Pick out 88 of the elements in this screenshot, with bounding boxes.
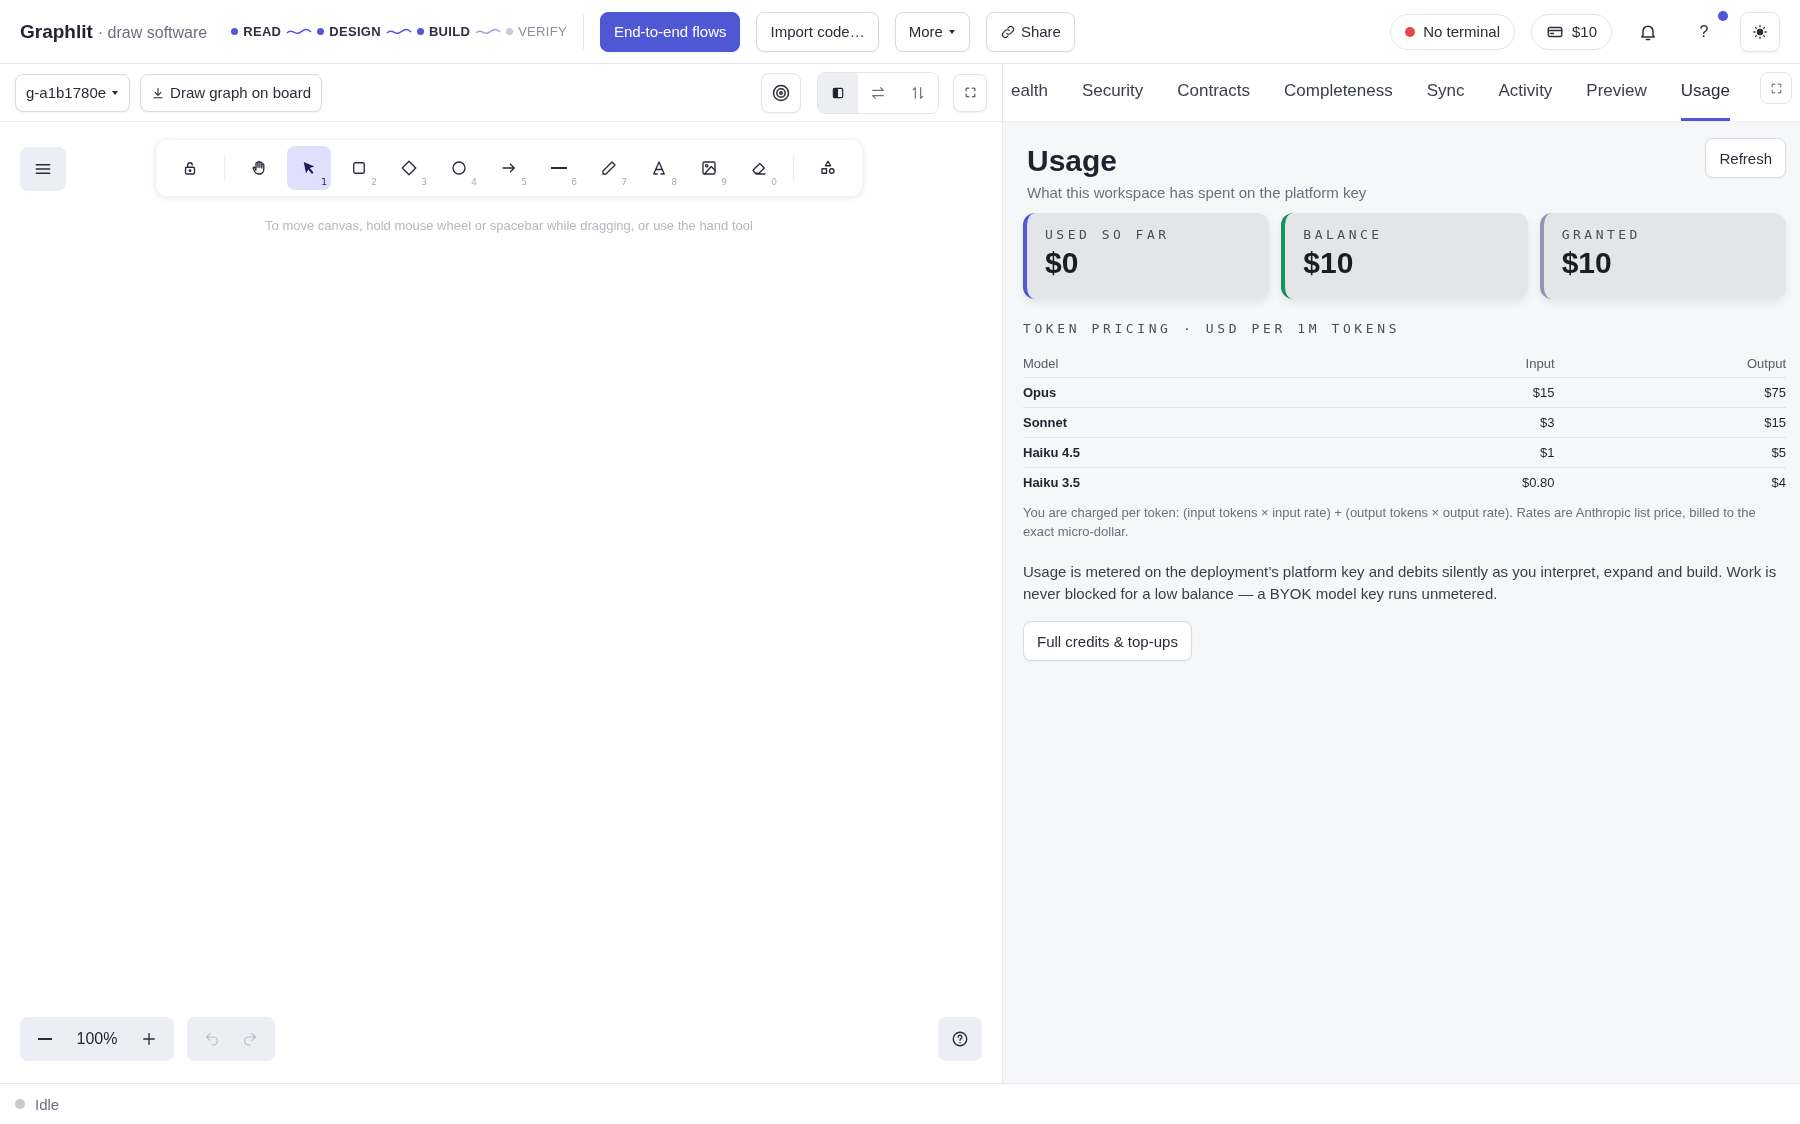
minus-icon [38, 1038, 52, 1040]
undo-icon [204, 1031, 220, 1047]
zoom-level: 100% [75, 1030, 119, 1048]
expand-icon [963, 86, 977, 99]
panel-tab[interactable]: Contracts [1177, 64, 1251, 121]
table-cell: $0.80 [1361, 467, 1555, 497]
view-mode-button[interactable] [818, 72, 858, 113]
wave-connector [286, 26, 313, 37]
table-cell: $5 [1554, 437, 1786, 468]
panel-tab[interactable]: Usage [1680, 64, 1730, 121]
letter-a-icon [650, 159, 668, 177]
menu-button[interactable] [20, 147, 66, 191]
panel-tab[interactable]: Sync [1426, 64, 1465, 121]
status-dot [15, 1099, 25, 1109]
theme-button[interactable] [1740, 11, 1780, 52]
draw-graph-button[interactable]: Draw graph on board [140, 73, 322, 112]
stat-label: USED SO FAR [1045, 227, 1171, 242]
usage-description: Usage is metered on the deployment’s platform key and debits silently as you interpret, expand and build. Work is never blocked for a low balance — a BYOK model key runs unmetered. [1023, 562, 1778, 604]
pricing-note: You are charged per token: (input tokens × input rate) + (output tokens × output rate). Rates are Anthropic list price, billed to the exact micro-dollar. [1023, 504, 1757, 541]
caret-icon [947, 27, 956, 36]
swap-arrows-icon [870, 84, 886, 101]
refresh-button[interactable]: Refresh [1705, 138, 1786, 178]
line-icon [551, 167, 567, 169]
table-cell: Haiku 3.5 [1023, 467, 1362, 497]
app-logo: Graphlit [20, 20, 93, 43]
credits-link-button[interactable]: Full credits & top-ups [1023, 621, 1192, 661]
tool-button[interactable]: 1 [287, 146, 331, 190]
expand-icon [1769, 81, 1783, 95]
help-icon [951, 1030, 969, 1048]
pipeline-step: READ [231, 24, 282, 39]
diamond-icon [400, 159, 418, 177]
flows-button[interactable]: End-to-end flows [599, 11, 741, 52]
stat-label: BALANCE [1303, 227, 1384, 242]
column-header: Output [1554, 350, 1786, 378]
table-cell: $1 [1361, 437, 1555, 468]
pipeline-step: DESIGN [317, 24, 381, 39]
link-icon [999, 23, 1016, 40]
table-cell: Haiku 4.5 [1023, 437, 1362, 468]
help-button[interactable]: ? [1684, 11, 1724, 52]
section-title: TOKEN PRICING · USD PER 1M TOKENS [1023, 321, 1402, 336]
panel-tab[interactable]: Preview [1586, 64, 1647, 121]
terminal-status[interactable]: No terminal [1390, 13, 1515, 50]
sort-arrows-icon [910, 84, 926, 101]
panel-title: Usage [1027, 144, 1119, 178]
panel-tab[interactable]: Security [1081, 64, 1144, 121]
share-button[interactable]: Share [985, 11, 1075, 52]
help-button[interactable] [938, 1017, 982, 1061]
shapes-icon [819, 159, 837, 177]
graph-select[interactable]: g-a1b1780e [15, 73, 131, 112]
status-text: Idle [35, 1095, 60, 1113]
square-icon [350, 159, 368, 177]
table-cell: $3 [1361, 407, 1555, 438]
import-button[interactable]: Import code… [756, 11, 879, 52]
wave-connector [475, 26, 502, 37]
pipeline-step: BUILD [416, 24, 471, 39]
stat-value: $10 [1303, 246, 1355, 280]
panel-tab[interactable]: Activity [1498, 64, 1553, 121]
wave-connector [385, 26, 412, 37]
credits-button[interactable]: $10 [1530, 13, 1612, 50]
panel-tab[interactable]: ealth [1011, 64, 1048, 121]
caret-icon [111, 88, 120, 97]
table-cell: $15 [1554, 407, 1786, 438]
panel-icon [831, 85, 845, 100]
table-cell: Sonnet [1023, 407, 1362, 438]
pencil-icon [600, 159, 618, 177]
stat-label: GRANTED [1561, 227, 1642, 242]
circle-icon [450, 159, 468, 177]
column-header: Model [1023, 350, 1362, 378]
panel-subtitle: What this workspace has spent on the platform key [1027, 184, 1367, 201]
download-icon [151, 85, 166, 100]
panel-tab[interactable]: Completeness [1284, 64, 1393, 121]
stat-value: $0 [1045, 246, 1080, 280]
column-header: Input [1361, 350, 1555, 378]
image-icon [700, 159, 718, 177]
plus-icon [140, 1030, 158, 1048]
redo-icon [242, 1031, 258, 1047]
target-icon [771, 82, 791, 103]
more-menu-button[interactable]: More [894, 11, 970, 52]
pipeline-step: VERIFY [506, 24, 567, 39]
target-button[interactable] [761, 72, 801, 113]
app-tagline: · draw software [97, 23, 208, 42]
table-cell: $4 [1554, 467, 1786, 497]
stat-value: $10 [1561, 246, 1613, 280]
sun-icon [1752, 23, 1768, 40]
canvas-hint: To move canvas, hold mouse wheel or spacebar while dragging, or use the hand tool [265, 218, 753, 233]
table-cell: $75 [1554, 377, 1786, 408]
table-cell: $15 [1361, 377, 1555, 408]
table-cell: Opus [1023, 377, 1362, 408]
